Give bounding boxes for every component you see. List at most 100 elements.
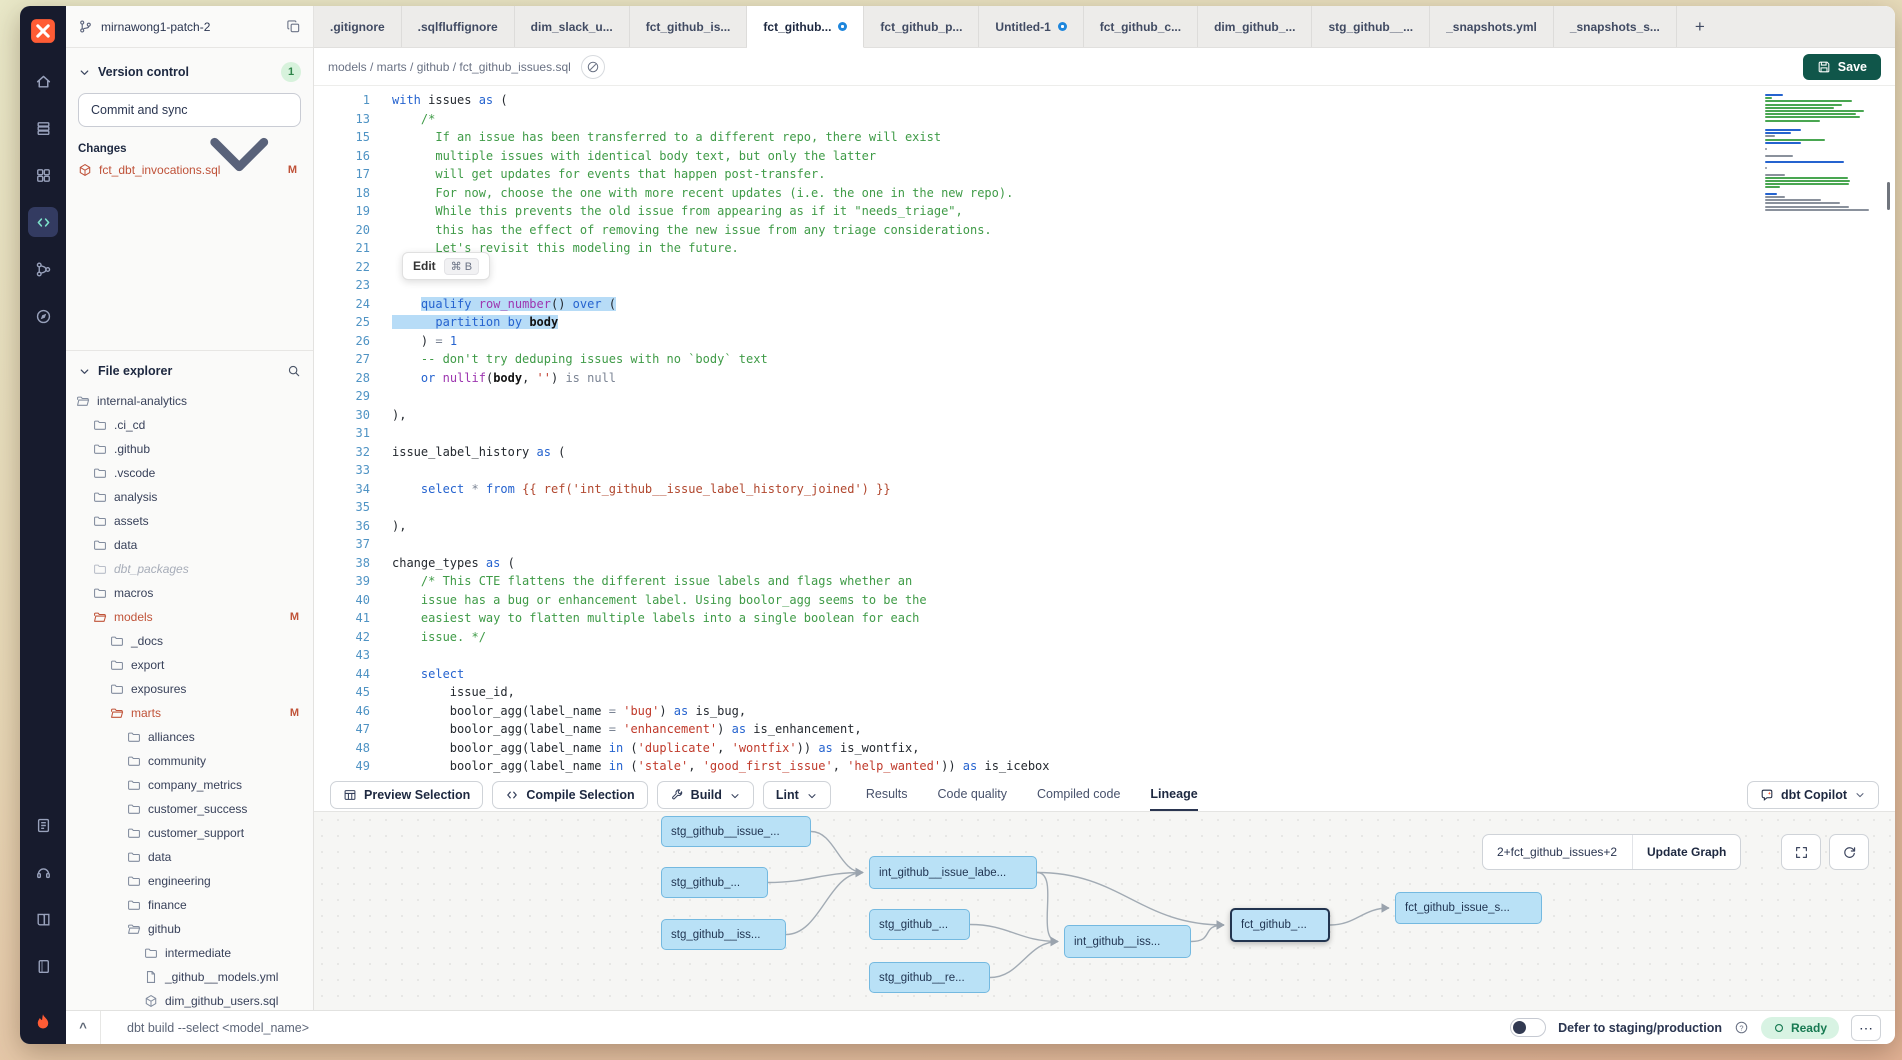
file-tree-item[interactable]: .ci_cd (66, 413, 313, 437)
chevron-down-icon[interactable] (78, 66, 91, 79)
nav-home[interactable] (28, 66, 58, 96)
compile-selection-button[interactable]: Compile Selection (492, 781, 647, 809)
file-tree-item[interactable]: _docs (66, 629, 313, 653)
tab-label: fct_github_p... (880, 20, 962, 34)
graph-selector-input[interactable]: 2+fct_github_issues+2 (1483, 835, 1633, 869)
editor-tab[interactable]: _snapshots.yml (1430, 6, 1554, 47)
lineage-node[interactable]: stg_github__iss... (661, 919, 786, 950)
lint-button[interactable]: Lint (763, 781, 831, 809)
nav-warehouse[interactable] (28, 113, 58, 143)
nav-orchestration[interactable] (28, 254, 58, 284)
editor-scrollbar[interactable] (1887, 182, 1890, 210)
defer-toggle[interactable] (1510, 1018, 1546, 1037)
line-number: 19 (314, 202, 370, 221)
nav-notebook[interactable] (28, 951, 58, 981)
preview-selection-button[interactable]: Preview Selection (330, 781, 483, 809)
file-name: dbt_packages (114, 562, 189, 576)
search-icon[interactable] (287, 364, 301, 378)
edit-tooltip[interactable]: Edit ⌘ B (402, 252, 490, 280)
main-area: .gitignore .sqlfluffignore dim_slack_u..… (314, 6, 1895, 1010)
editor-tab[interactable]: .sqlfluffignore (402, 6, 515, 47)
copy-branch-icon[interactable] (286, 19, 301, 34)
file-tree-item[interactable]: .github (66, 437, 313, 461)
commit-and-sync-dropdown[interactable]: Commit and sync (78, 93, 301, 127)
save-button[interactable]: Save (1803, 54, 1881, 80)
chevron-down-icon[interactable] (78, 365, 91, 378)
minimap[interactable] (1765, 94, 1873, 212)
file-tree-item[interactable]: customer_support (66, 821, 313, 845)
file-tree-item[interactable]: company_metrics (66, 773, 313, 797)
file-tree-item[interactable]: marts M (66, 701, 313, 725)
editor-tab[interactable]: stg_github__... (1312, 6, 1430, 47)
editor-tab[interactable]: _snapshots_s... (1554, 6, 1677, 47)
nav-explore[interactable] (28, 301, 58, 331)
copilot-icon (1760, 788, 1774, 802)
lineage-node[interactable]: stg_github_... (661, 867, 768, 898)
build-button[interactable]: Build (657, 781, 754, 809)
editor-tab[interactable]: .gitignore (314, 6, 402, 47)
status-ready-badge[interactable]: Ready (1761, 1017, 1839, 1039)
dbt-command-text[interactable]: dbt build --select <model_name> (127, 1021, 309, 1035)
file-tree-item[interactable]: customer_success (66, 797, 313, 821)
lineage-node[interactable]: int_github__issue_labe... (869, 856, 1037, 889)
refresh-button[interactable] (1829, 834, 1869, 870)
update-graph-button[interactable]: Update Graph (1633, 835, 1740, 869)
panel-tab-compiled-code[interactable]: Compiled code (1037, 778, 1120, 811)
file-tree-item[interactable]: internal-analytics (66, 389, 313, 413)
file-tree-item[interactable]: export (66, 653, 313, 677)
nav-apps[interactable] (28, 160, 58, 190)
lineage-node[interactable]: stg_github__re... (869, 962, 990, 993)
code-editor[interactable]: 1with issues as ( 13 /* 15 If an issue h… (314, 86, 1895, 778)
fullscreen-button[interactable] (1781, 834, 1821, 870)
file-tree-item[interactable]: alliances (66, 725, 313, 749)
panel-tab-lineage[interactable]: Lineage (1150, 778, 1197, 811)
help-icon[interactable]: ? (1734, 1020, 1749, 1035)
editor-tab[interactable]: dim_slack_u... (515, 6, 630, 47)
bottom-panel-toolbar: Preview Selection Compile Selection Buil… (314, 778, 1895, 812)
editor-tab[interactable]: Untitled-1 (979, 6, 1083, 47)
file-tree-item[interactable]: data (66, 533, 313, 557)
file-tree-item[interactable]: engineering (66, 869, 313, 893)
file-tree-item[interactable]: .vscode (66, 461, 313, 485)
home-icon (35, 73, 52, 90)
file-tree-item[interactable]: assets (66, 509, 313, 533)
nav-develop[interactable] (28, 207, 58, 237)
lineage-node[interactable]: stg_github_... (869, 909, 970, 940)
editor-tab[interactable]: fct_github_is... (630, 6, 748, 47)
file-tree-item[interactable]: models M (66, 605, 313, 629)
changed-file-row[interactable]: fct_dbt_invocations.sql M (78, 163, 301, 177)
edit-tooltip-label: Edit (413, 259, 436, 273)
editor-tab[interactable]: fct_github_c... (1084, 6, 1198, 47)
copilot-inline-button[interactable] (581, 55, 605, 79)
editor-tab[interactable]: fct_github... (747, 6, 864, 48)
panel-tab-code-quality[interactable]: Code quality (938, 778, 1008, 811)
editor-tab[interactable]: dim_github_... (1198, 6, 1312, 47)
file-tree-item[interactable]: github (66, 917, 313, 941)
file-tree-item[interactable]: data (66, 845, 313, 869)
nav-support[interactable] (28, 857, 58, 887)
file-tree-item[interactable]: dbt_packages (66, 557, 313, 581)
codebtn-icon (505, 788, 519, 802)
dbt-copilot-button[interactable]: dbt Copilot (1747, 781, 1879, 809)
expand-command-bar-button[interactable]: ^ (66, 1011, 100, 1044)
file-tree-item[interactable]: analysis (66, 485, 313, 509)
nav-catalog[interactable] (28, 810, 58, 840)
more-options-button[interactable]: ⋯ (1851, 1015, 1881, 1041)
lineage-node[interactable]: fct_github_issue_s... (1395, 892, 1542, 924)
folder-icon (110, 682, 124, 696)
panel-tab-results[interactable]: Results (866, 778, 908, 811)
file-tree-item[interactable]: intermediate (66, 941, 313, 965)
file-tree-item[interactable]: exposures (66, 677, 313, 701)
editor-tab[interactable]: fct_github_p... (864, 6, 979, 47)
file-tree-item[interactable]: macros (66, 581, 313, 605)
new-tab-button[interactable]: + (1677, 6, 1723, 47)
file-tree-item[interactable]: finance (66, 893, 313, 917)
file-tree-item[interactable]: _github__models.yml (66, 965, 313, 989)
lineage-node[interactable]: fct_github_... (1230, 908, 1330, 942)
nav-docs[interactable] (28, 904, 58, 934)
file-tree-item[interactable]: community (66, 749, 313, 773)
file-tree-item[interactable]: dim_github_users.sql (66, 989, 313, 1010)
tab-label: _snapshots.yml (1446, 20, 1537, 34)
lineage-node[interactable]: stg_github__issue_... (661, 816, 811, 847)
lineage-node[interactable]: int_github__iss... (1064, 925, 1191, 958)
